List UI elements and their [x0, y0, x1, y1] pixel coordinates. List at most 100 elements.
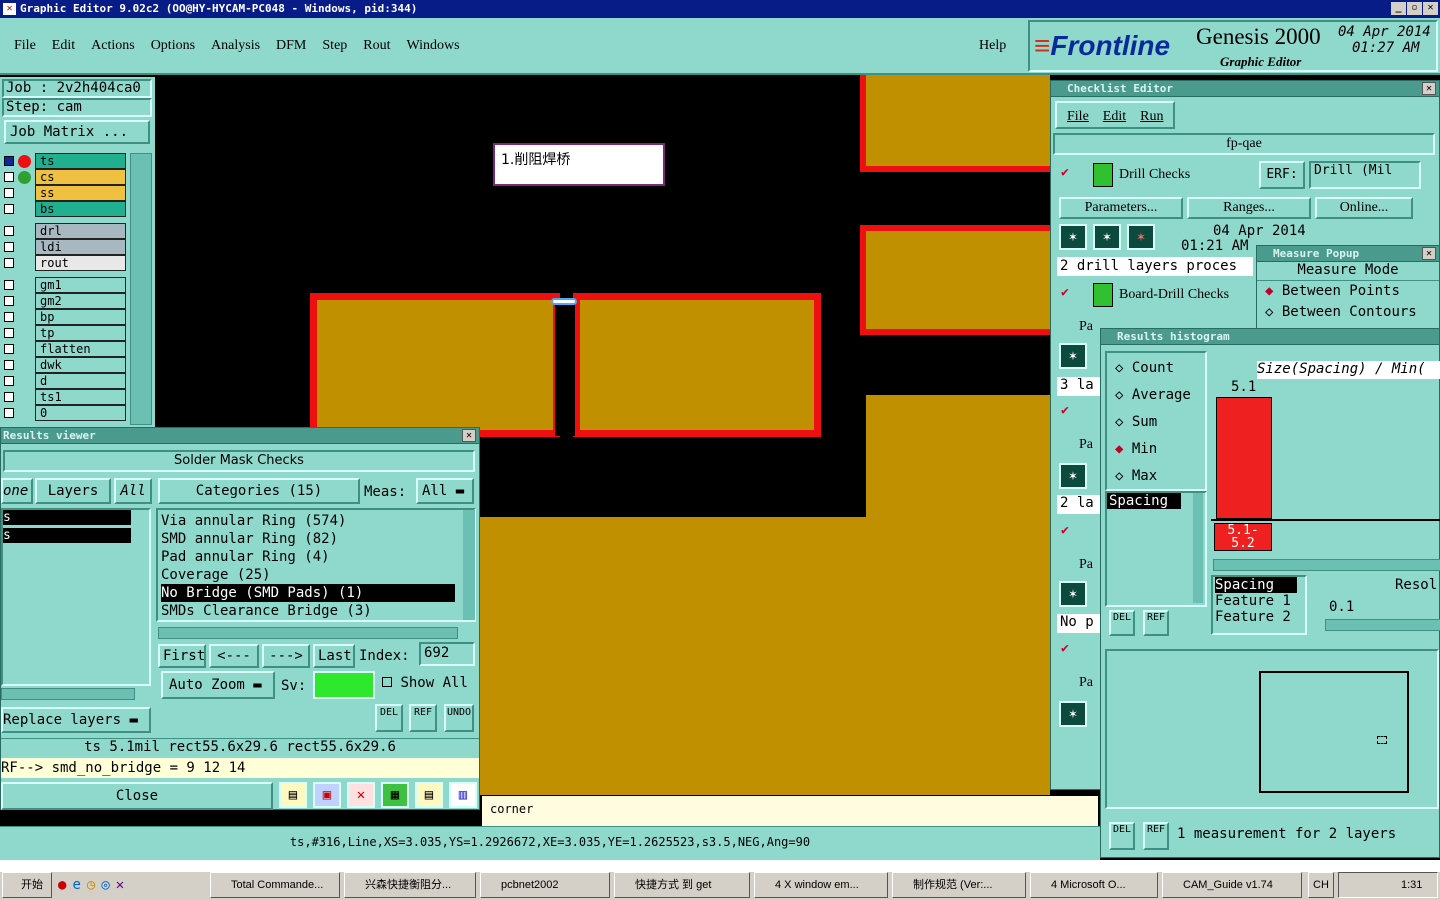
- runner-icon[interactable]: ✶: [1059, 224, 1087, 250]
- ref-button[interactable]: REF: [1143, 609, 1169, 636]
- quick-launch-icon[interactable]: ●: [58, 877, 66, 893]
- category-item[interactable]: SMD annular Ring (82): [161, 530, 455, 548]
- layer-name[interactable]: 0: [35, 405, 126, 421]
- list-item[interactable]: s: [3, 528, 131, 543]
- stats-icon[interactable]: ▤: [279, 782, 307, 808]
- layer-name[interactable]: ldi: [35, 239, 126, 255]
- layer-name[interactable]: ss: [35, 185, 126, 201]
- layer-row-gm2[interactable]: gm2: [4, 293, 126, 309]
- layer-name[interactable]: gm1: [35, 277, 126, 293]
- layer-affected-dot[interactable]: [18, 187, 31, 200]
- close-results-button[interactable]: Close: [1, 782, 273, 810]
- close-icon[interactable]: ✕: [1422, 247, 1436, 260]
- taskbar-item[interactable]: 4 X window em...: [754, 872, 888, 898]
- category-list[interactable]: Via annular Ring (574) SMD annular Ring (…: [156, 508, 476, 622]
- layer-row-ldi[interactable]: ldi: [4, 239, 126, 255]
- runner-icon[interactable]: ✶: [1059, 463, 1087, 489]
- first-button[interactable]: First: [158, 644, 206, 668]
- layer-row-tp[interactable]: tp: [4, 325, 126, 341]
- layer-row-d[interactable]: d: [4, 373, 126, 389]
- layer-row-ts1[interactable]: ts1: [4, 389, 126, 405]
- taskbar-item[interactable]: 兴森快捷衡阻分...: [344, 872, 476, 898]
- feature-list[interactable]: Spacing Feature 1 Feature 2: [1211, 575, 1307, 635]
- x-icon[interactable]: ✕: [116, 877, 124, 893]
- taskbar-item[interactable]: 制作规范 (Ver:...: [892, 872, 1026, 898]
- layer-name[interactable]: bs: [35, 201, 126, 217]
- close-button[interactable]: ✕: [1423, 2, 1438, 15]
- layer-affected-dot[interactable]: [18, 257, 31, 270]
- layer-row-rout[interactable]: rout: [4, 255, 126, 271]
- run-icon[interactable]: ▣: [313, 782, 341, 808]
- layer-name[interactable]: ts: [35, 153, 126, 169]
- list-item[interactable]: Spacing: [1215, 577, 1297, 593]
- layer-row-ss[interactable]: ss: [4, 185, 126, 201]
- show-all-checkbox[interactable]: Show All: [382, 675, 468, 691]
- layer-affected-dot[interactable]: [18, 154, 31, 168]
- histogram-option-max[interactable]: ◇ Max: [1115, 465, 1205, 492]
- next-button[interactable]: --->: [262, 644, 310, 668]
- layer-name[interactable]: bp: [35, 309, 126, 325]
- layer-affected-dot[interactable]: [18, 311, 31, 324]
- category-hscrollbar[interactable]: [158, 627, 458, 639]
- menu-options[interactable]: Options: [151, 38, 195, 54]
- layer-name[interactable]: flatten: [35, 341, 126, 357]
- layer-name[interactable]: d: [35, 373, 126, 389]
- del-button[interactable]: DEL: [1109, 821, 1135, 850]
- category-item[interactable]: Via annular Ring (574): [161, 512, 455, 530]
- layer-affected-dot[interactable]: [18, 279, 31, 292]
- layer-checkbox[interactable]: [4, 344, 14, 354]
- runner-icon[interactable]: ✶: [1059, 581, 1087, 607]
- layer-checkbox[interactable]: [4, 408, 14, 418]
- hscrollbar-left[interactable]: [1, 688, 135, 700]
- last-button[interactable]: Last: [313, 644, 355, 668]
- ref-button[interactable]: REF: [409, 704, 437, 732]
- left-results-list[interactable]: s s: [1, 508, 151, 686]
- layer-row-flatten[interactable]: flatten: [4, 341, 126, 357]
- runner-icon[interactable]: ✶: [1093, 224, 1121, 250]
- layer-row-dwk[interactable]: dwk: [4, 357, 126, 373]
- menu-edit[interactable]: Edit: [52, 38, 75, 54]
- auto-zoom-select[interactable]: Auto Zoom ▬: [161, 671, 275, 699]
- tab-all[interactable]: All: [114, 478, 152, 504]
- checklist-menu-run[interactable]: Run: [1140, 109, 1163, 124]
- index-input[interactable]: 692: [419, 642, 475, 666]
- category-item[interactable]: SMDs Clearance Bridge (3): [161, 602, 455, 620]
- layer-checkbox[interactable]: [4, 376, 14, 386]
- layer-checkbox[interactable]: [4, 242, 14, 252]
- layer-name[interactable]: ts1: [35, 389, 126, 405]
- layer-row-bs[interactable]: bs: [4, 201, 126, 217]
- layer-scrollbar[interactable]: [130, 153, 152, 425]
- check-icon[interactable]: ✔: [1061, 641, 1069, 656]
- taskbar-item[interactable]: CAM_Guide v1.74: [1162, 872, 1302, 898]
- layer-checkbox[interactable]: [4, 392, 14, 402]
- ranges-button[interactable]: Ranges...: [1187, 197, 1311, 219]
- layer-checkbox[interactable]: [4, 280, 14, 290]
- histogram-option-min[interactable]: ◆ Min: [1115, 438, 1205, 465]
- layer-affected-dot[interactable]: [18, 359, 31, 372]
- list-item[interactable]: Spacing: [1107, 493, 1181, 509]
- online-button[interactable]: Online...: [1315, 197, 1413, 219]
- runner-icon[interactable]: ✶: [1127, 224, 1155, 250]
- menu-rout[interactable]: Rout: [363, 38, 390, 54]
- category-item[interactable]: No Bridge (SMD Pads) (1): [161, 584, 455, 602]
- tab-one[interactable]: one: [1, 478, 33, 504]
- between-points-option[interactable]: ◆ Between Points: [1257, 280, 1439, 302]
- meas-select[interactable]: All ▬: [416, 478, 474, 504]
- layer-name[interactable]: gm2: [35, 293, 126, 309]
- histogram-list-scrollbar[interactable]: [1193, 493, 1203, 603]
- between-contours-option[interactable]: ◇ Between Contours: [1257, 302, 1439, 322]
- layer-row-bp[interactable]: bp: [4, 309, 126, 325]
- browser-icon[interactable]: ◎: [101, 877, 109, 893]
- layer-name[interactable]: rout: [35, 255, 126, 271]
- layer-checkbox[interactable]: [4, 226, 14, 236]
- chart-icon[interactable]: ▥: [449, 782, 477, 808]
- check-icon[interactable]: ✔: [1061, 285, 1069, 300]
- layer-row-gm1[interactable]: gm1: [4, 277, 126, 293]
- layer-affected-dot[interactable]: [18, 327, 31, 340]
- layer-affected-dot[interactable]: [18, 225, 31, 238]
- close-icon[interactable]: ✕: [462, 429, 476, 442]
- list-item[interactable]: Feature 2: [1215, 609, 1305, 625]
- list-item[interactable]: s: [3, 510, 131, 525]
- layer-affected-dot[interactable]: [18, 241, 31, 254]
- menu-analysis[interactable]: Analysis: [211, 38, 260, 54]
